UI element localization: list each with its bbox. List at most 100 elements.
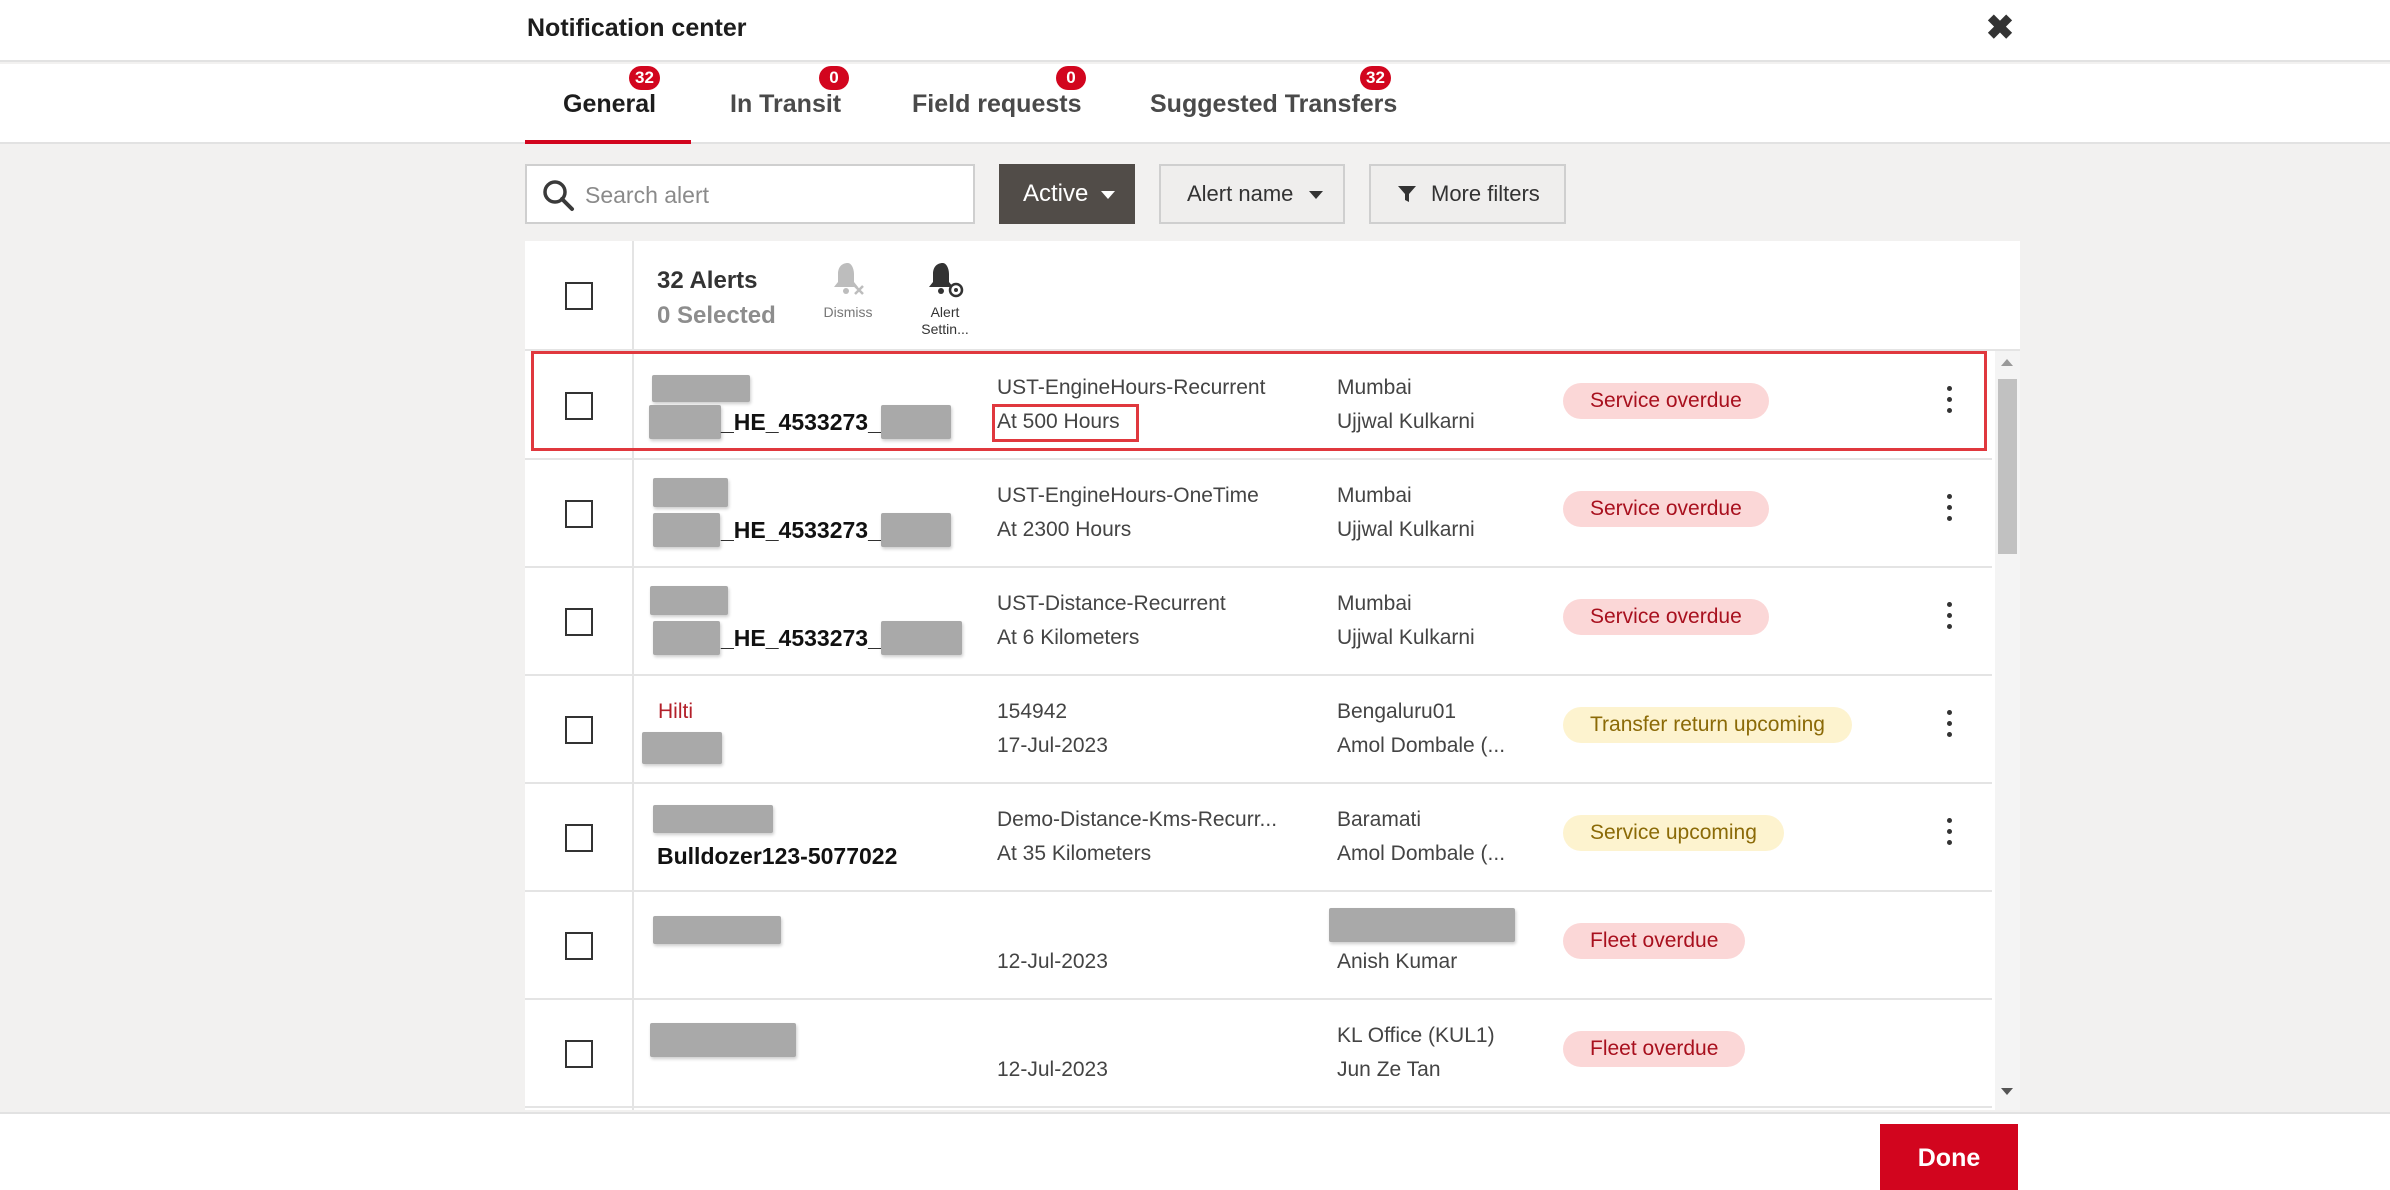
more-filters-button[interactable]: More filters — [1369, 164, 1566, 224]
tab-label: General — [563, 90, 657, 118]
responsible-person: Anish Kumar — [1337, 950, 1458, 973]
table-row[interactable]: Hilti 154942 17-Jul-2023 Bengaluru01 Amo… — [525, 676, 1992, 784]
redacted-block — [653, 513, 720, 547]
responsible-person: Ujjwal Kulkarni — [1337, 626, 1475, 649]
search-box — [525, 164, 975, 224]
redacted-block — [642, 732, 722, 764]
table-row[interactable]: 12-Jul-2023 KL Office (KUL1) Jun Ze Tan … — [525, 1000, 1992, 1108]
alert-name-filter-label: Alert name — [1187, 181, 1294, 206]
dismiss-button[interactable]: Dismiss — [818, 259, 878, 321]
responsible-person: Ujjwal Kulkarni — [1337, 410, 1475, 433]
alert-detail: 17-Jul-2023 — [997, 734, 1108, 757]
table-row[interactable]: 12-Jul-2023 Anish Kumar Fleet overdue — [525, 892, 1992, 1000]
row-checkbox[interactable] — [565, 608, 593, 636]
row-checkbox[interactable] — [565, 716, 593, 744]
table-row[interactable]: _HE_4533273_ UST-Distance-Recurrent At 6… — [525, 568, 1992, 676]
chevron-down-icon — [1101, 191, 1115, 199]
page-title: Notification center — [527, 14, 747, 42]
row-checkbox[interactable] — [565, 932, 593, 960]
more-options-icon[interactable] — [1940, 710, 1960, 740]
tab-count-badge: 0 — [819, 66, 849, 90]
more-options-icon[interactable] — [1940, 818, 1960, 848]
redacted-block — [650, 1023, 796, 1057]
status-filter-label: Active — [1023, 180, 1089, 207]
tab-label: Field requests — [912, 90, 1082, 118]
redacted-block — [649, 405, 721, 439]
table-row[interactable]: _HE_4533273_ UST-EngineHours-OneTime At … — [525, 460, 1992, 568]
status-badge: Fleet overdue — [1563, 923, 1746, 959]
asset-name: _HE_4533273_ — [721, 409, 881, 435]
header: Notification center ✖ — [0, 0, 2390, 62]
tab-suggested-transfers[interactable]: Suggested Transfers 32 — [1150, 66, 1398, 119]
alert-name: Demo-Distance-Kms-Recurr... — [997, 808, 1278, 831]
location: Bengaluru01 — [1337, 700, 1457, 723]
redacted-block — [650, 586, 728, 615]
redacted-block — [881, 621, 962, 655]
redacted-block — [652, 375, 750, 402]
scroll-up-arrow-icon[interactable] — [2001, 359, 2013, 366]
search-input[interactable] — [585, 178, 955, 212]
alert-name-filter-dropdown[interactable]: Alert name — [1159, 164, 1345, 224]
alert-settings-button[interactable]: Alert Settin... — [915, 259, 975, 338]
responsible-person: Amol Dombale (... — [1337, 842, 1506, 865]
row-checkbox[interactable] — [565, 392, 593, 420]
tab-in-transit[interactable]: In Transit 0 — [730, 66, 849, 119]
row-checkbox[interactable] — [565, 500, 593, 528]
table-header: 32 Alerts 0 Selected Dismiss Alert Setti… — [525, 241, 2020, 351]
alert-name: UST-EngineHours-OneTime — [997, 484, 1259, 507]
alert-detail: At 500 Hours — [997, 410, 1120, 433]
status-badge: Service overdue — [1563, 383, 1769, 419]
scroll-down-arrow-icon[interactable] — [2001, 1088, 2013, 1095]
alert-count: 32 Alerts — [657, 267, 758, 294]
alert-name: 154942 — [997, 700, 1068, 723]
asset-name: Bulldozer123-5077022 — [657, 843, 898, 869]
close-icon[interactable]: ✖ — [1980, 8, 2020, 48]
row-checkbox[interactable] — [565, 1040, 593, 1068]
tab-field-requests[interactable]: Field requests 0 — [912, 66, 1086, 119]
status-badge: Transfer return upcoming — [1563, 707, 1852, 743]
status-badge: Service upcoming — [1563, 815, 1784, 851]
alert-detail: At 2300 Hours — [997, 518, 1132, 541]
asset-name: _HE_4533273_ — [721, 625, 881, 651]
table-row[interactable]: _HE_4533273_ UST-EngineHours-Recurrent A… — [525, 352, 1992, 460]
redacted-block — [881, 513, 951, 547]
location: Mumbai — [1337, 484, 1412, 507]
tab-general[interactable]: General 32 — [563, 66, 660, 119]
search-icon — [543, 180, 574, 211]
redacted-block — [653, 478, 728, 507]
location: Mumbai — [1337, 592, 1412, 615]
more-options-icon[interactable] — [1940, 386, 1960, 416]
bell-settings-icon — [929, 263, 964, 298]
row-checkbox[interactable] — [565, 824, 593, 852]
location: KL Office (KUL1) — [1337, 1024, 1495, 1047]
status-badge: Service overdue — [1563, 491, 1769, 527]
funnel-icon — [1398, 186, 1416, 202]
brand-name: Hilti — [658, 700, 693, 723]
tab-count-badge: 32 — [1360, 66, 1391, 90]
dismiss-label: Dismiss — [823, 304, 873, 320]
more-options-icon[interactable] — [1940, 602, 1960, 632]
alert-detail: At 35 Kilometers — [997, 842, 1152, 865]
redacted-block — [653, 805, 773, 833]
footer: Done — [0, 1112, 2390, 1190]
status-badge: Fleet overdue — [1563, 1031, 1746, 1067]
tab-bar: General 32 In Transit 0 Field requests 0… — [0, 64, 2390, 144]
selected-count: 0 Selected — [657, 302, 776, 329]
more-options-icon[interactable] — [1940, 494, 1960, 524]
redacted-block — [881, 405, 951, 439]
tab-label: In Transit — [730, 90, 842, 118]
responsible-person: Jun Ze Tan — [1337, 1058, 1441, 1081]
alert-name: UST-EngineHours-Recurrent — [997, 376, 1266, 399]
done-button[interactable]: Done — [1880, 1124, 2018, 1190]
select-all-checkbox[interactable] — [565, 282, 593, 310]
responsible-person: Amol Dombale (... — [1337, 734, 1506, 757]
more-filters-label: More filters — [1431, 181, 1540, 206]
status-badge: Service overdue — [1563, 599, 1769, 635]
alerts-table: 32 Alerts 0 Selected Dismiss Alert Setti… — [525, 241, 2020, 1110]
tab-count-badge: 32 — [629, 66, 660, 90]
scrollbar-thumb[interactable] — [1998, 379, 2017, 554]
tab-label: Suggested Transfers — [1150, 90, 1398, 118]
status-filter-dropdown[interactable]: Active — [999, 164, 1135, 224]
alert-detail: 12-Jul-2023 — [997, 1058, 1108, 1081]
table-row[interactable]: Bulldozer123-5077022 Demo-Distance-Kms-R… — [525, 784, 1992, 892]
